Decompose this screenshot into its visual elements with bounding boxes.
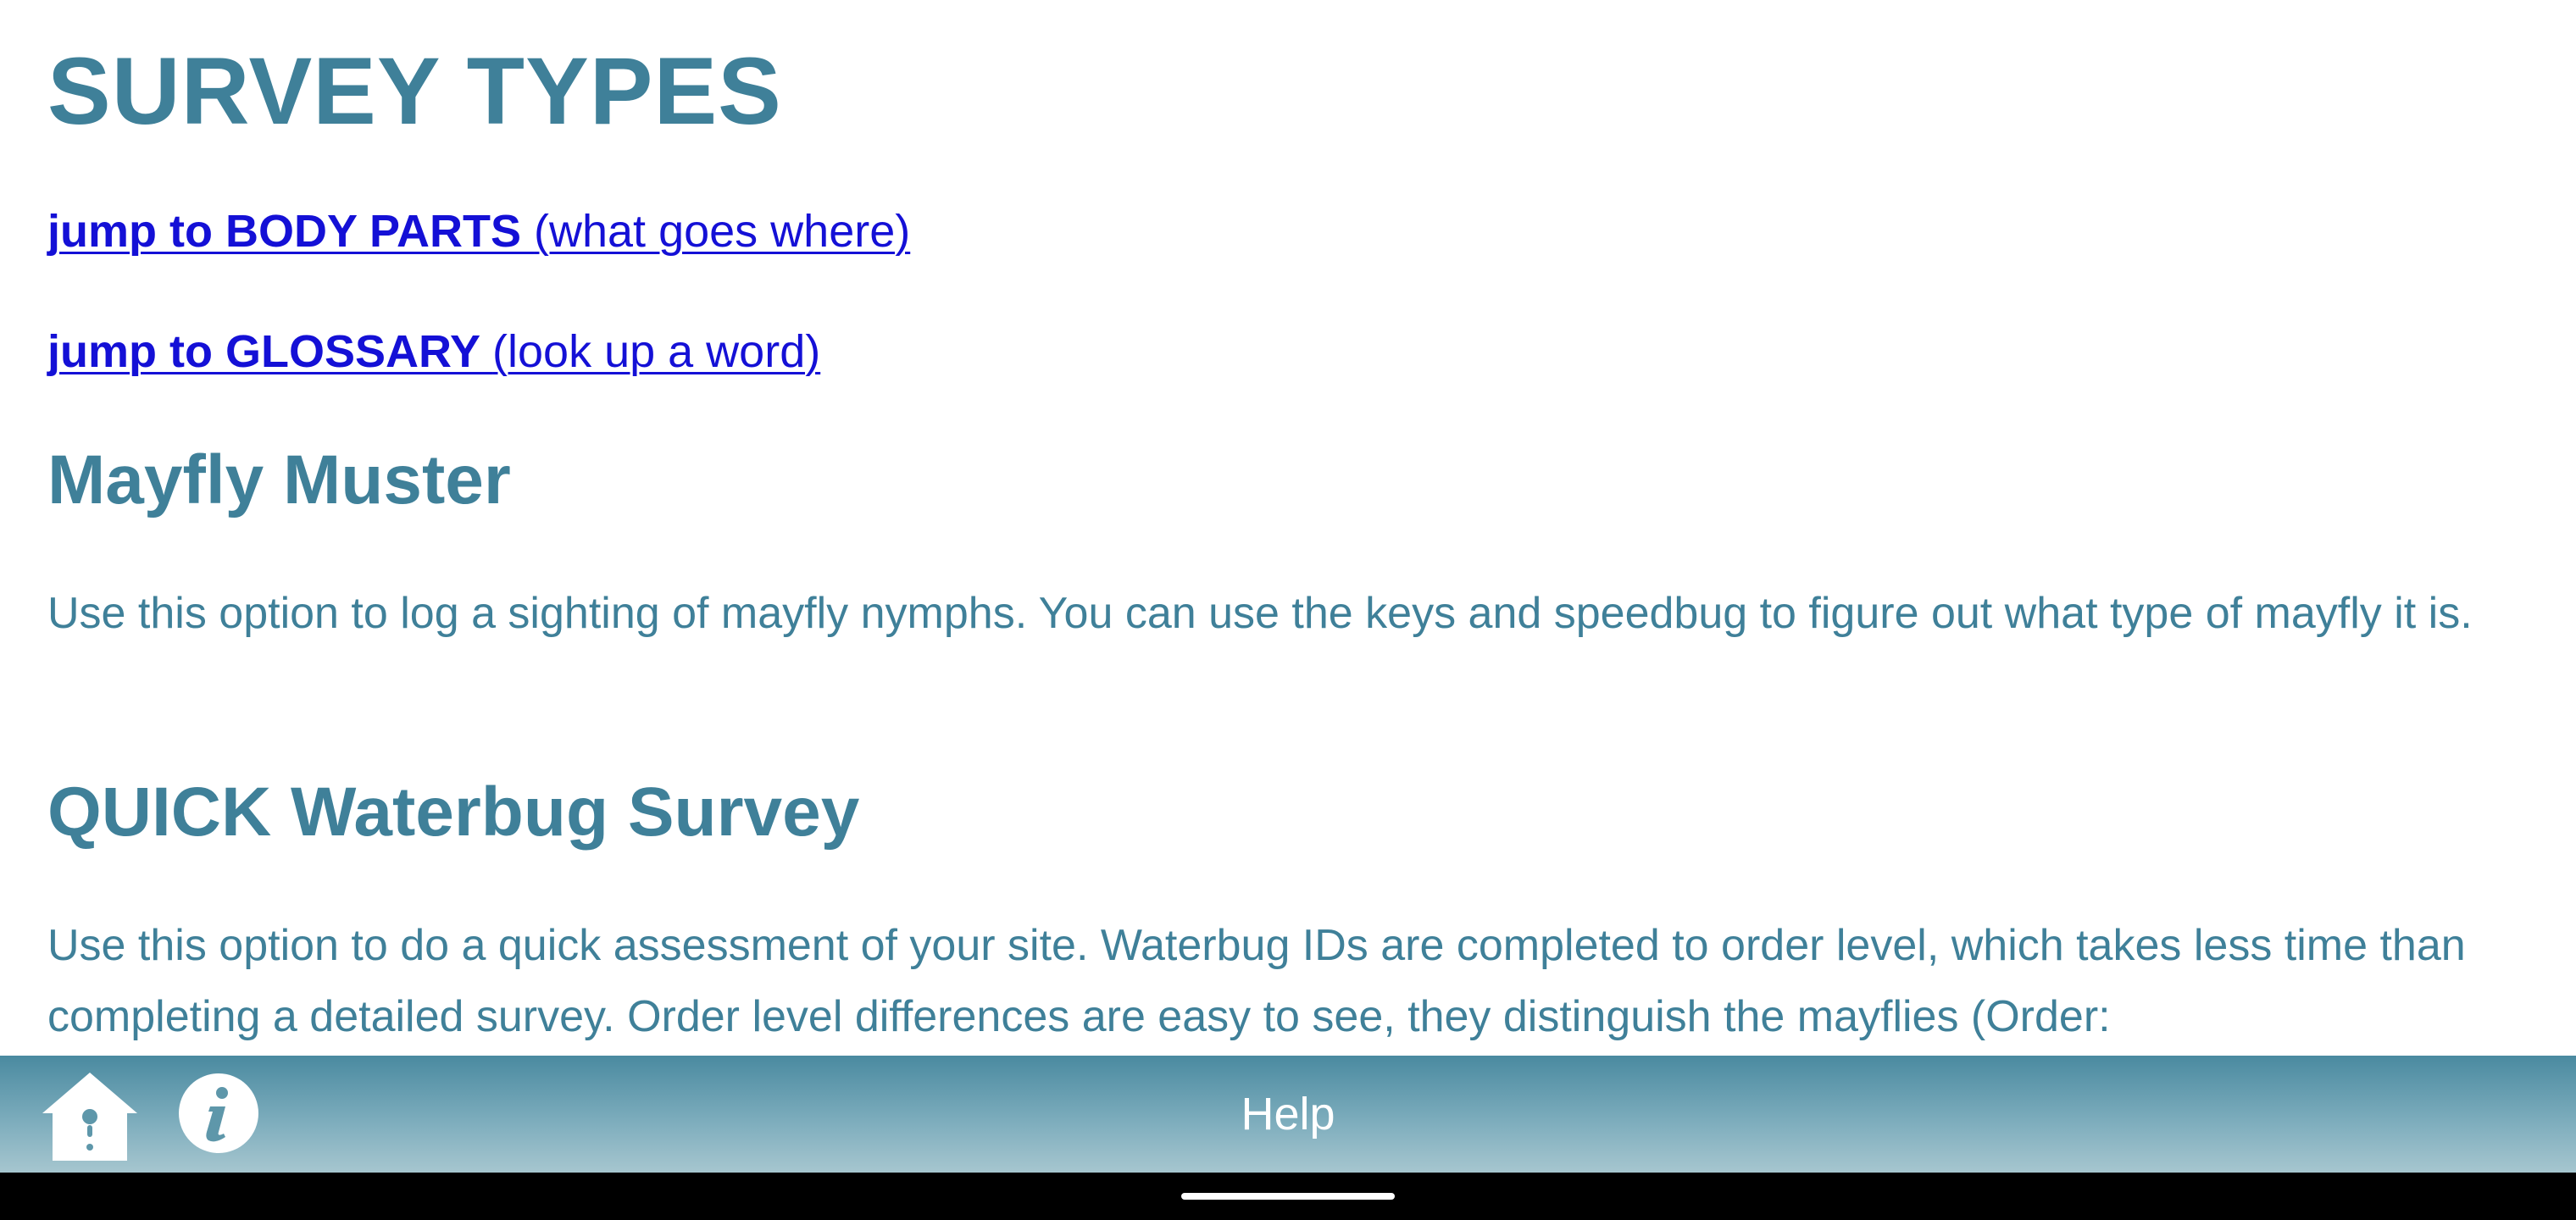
link-strong-text: jump to BODY PARTS	[47, 206, 535, 257]
bottom-toolbar: Help	[0, 1056, 2576, 1173]
gesture-home-indicator[interactable]	[1181, 1193, 1395, 1200]
info-button[interactable]	[178, 1073, 259, 1154]
page-title: SURVEY TYPES	[47, 38, 782, 144]
toolbar-title: Help	[1241, 1089, 1335, 1140]
jump-to-body-parts-link[interactable]: jump to BODY PARTS (what goes where)	[47, 208, 910, 254]
info-icon	[179, 1073, 258, 1153]
section-heading-quick-waterbug-survey: QUICK Waterbug Survey	[47, 774, 860, 851]
section-body-quick-waterbug-survey: Use this option to do a quick assessment…	[47, 921, 2466, 1041]
help-screen: SURVEY TYPES jump to BODY PARTS (what go…	[0, 0, 2576, 1220]
section-heading-mayfly-muster: Mayfly Muster	[47, 441, 511, 518]
jump-to-glossary-link[interactable]: jump to GLOSSARY (look up a word)	[47, 329, 820, 374]
link-strong-text: jump to GLOSSARY	[47, 326, 493, 377]
link-rest-text: (look up a word)	[492, 326, 821, 377]
home-icon	[42, 1073, 137, 1161]
help-content[interactable]: SURVEY TYPES jump to BODY PARTS (what go…	[0, 0, 2576, 1056]
home-button[interactable]	[41, 1069, 139, 1164]
section-body-mayfly-muster: Use this option to log a sighting of may…	[47, 589, 2473, 638]
link-rest-text: (what goes where)	[534, 206, 911, 257]
system-navigation-area	[0, 1173, 2576, 1220]
